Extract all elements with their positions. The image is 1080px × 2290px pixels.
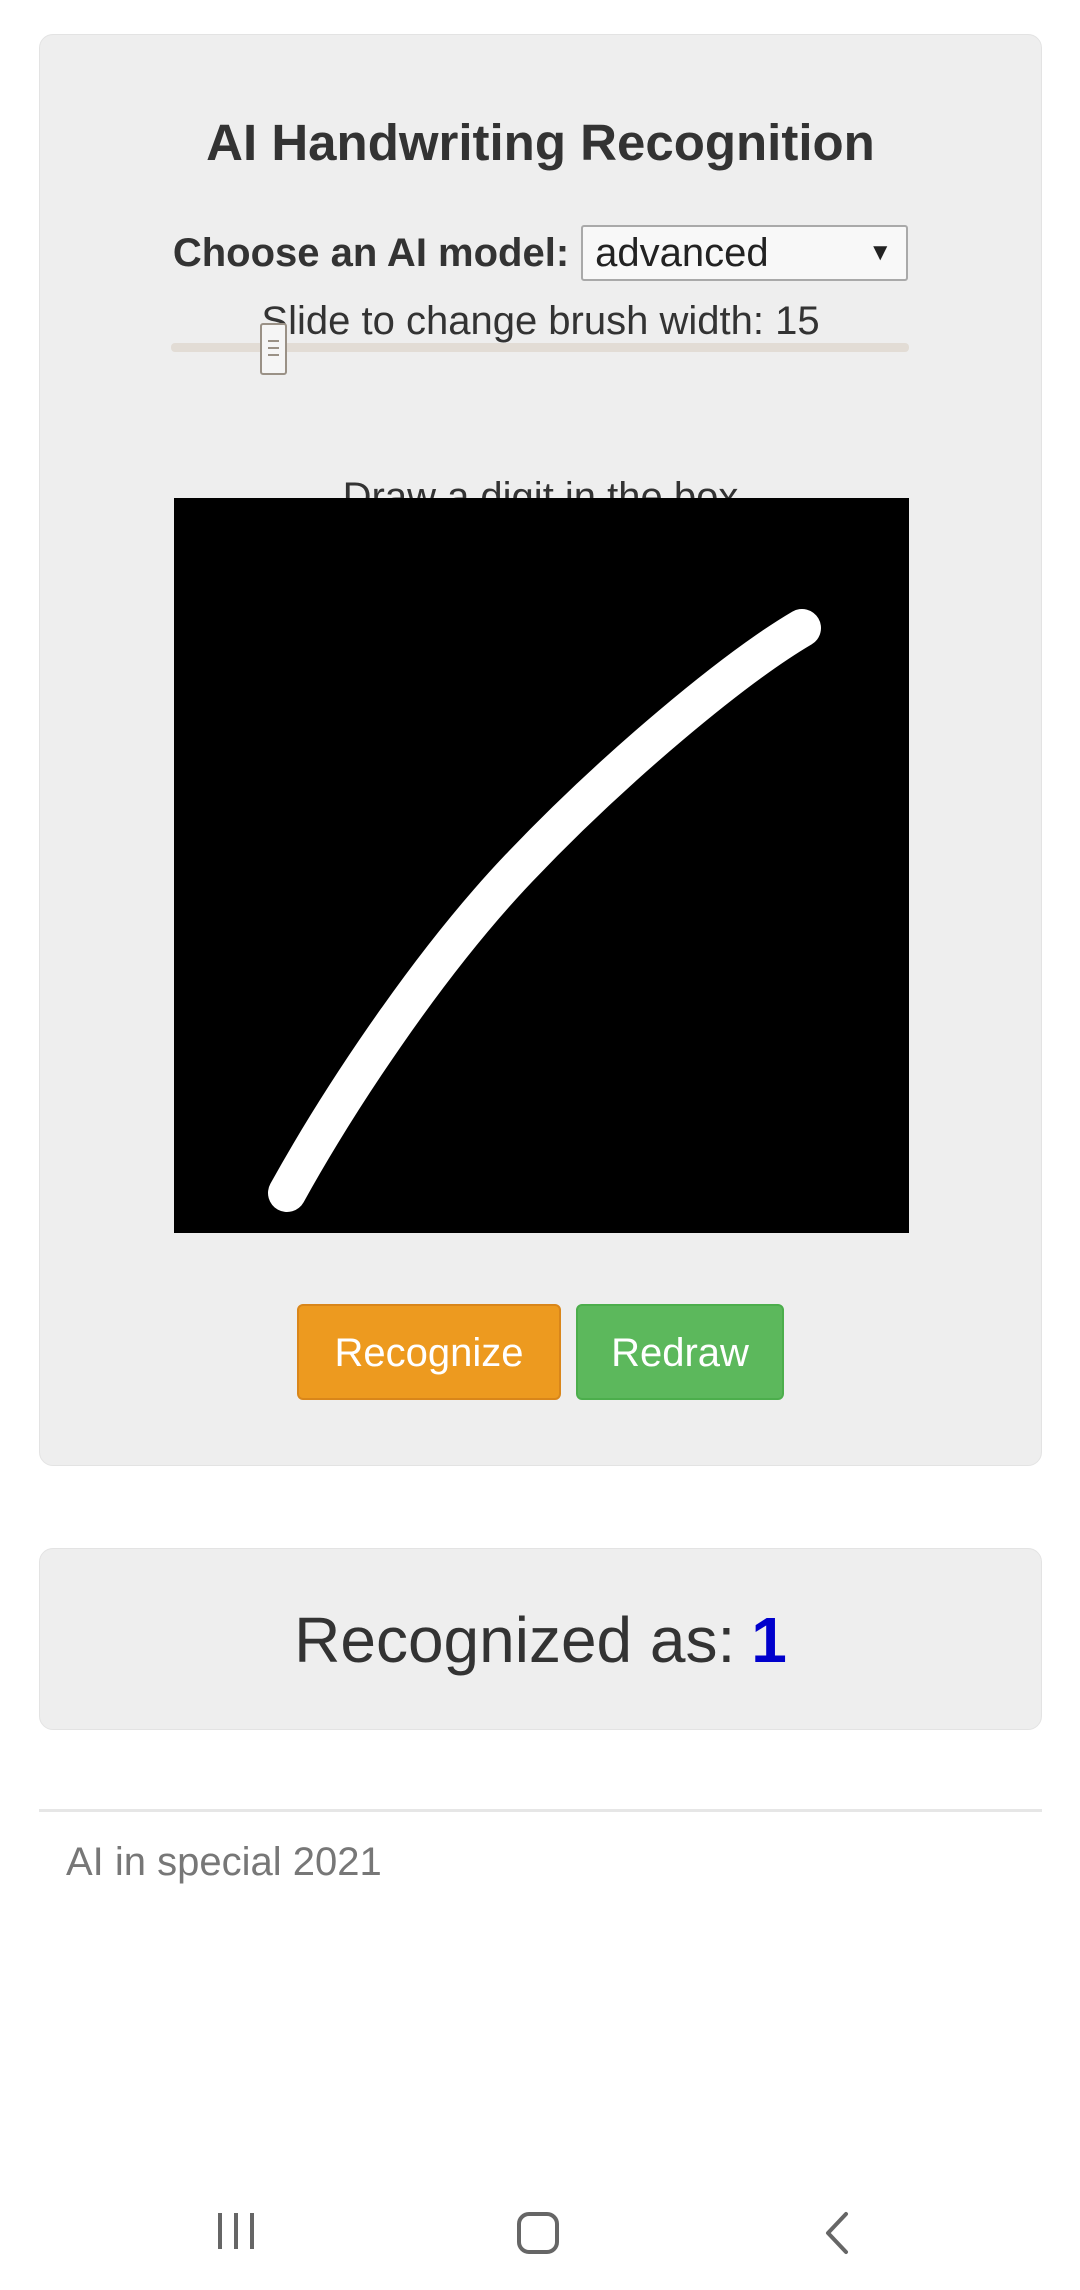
result-line: Recognized as: 1 [40, 1549, 1041, 1731]
drawing-canvas[interactable] [174, 498, 909, 1233]
grip-line [268, 347, 279, 349]
action-buttons: Recognize Redraw [40, 1304, 1041, 1400]
redraw-button[interactable]: Redraw [576, 1304, 784, 1400]
brush-width-label: Slide to change brush width: 15 [261, 299, 820, 343]
brush-width-slider-thumb[interactable] [260, 323, 287, 375]
system-nav-bar [0, 2175, 1080, 2290]
grip-line [268, 340, 279, 342]
result-panel: Recognized as: 1 [39, 1548, 1042, 1730]
recognize-button[interactable]: Recognize [297, 1304, 561, 1400]
back-icon[interactable] [822, 2211, 852, 2260]
model-label: Choose an AI model: [172, 230, 570, 275]
result-value: 1 [751, 1604, 787, 1676]
page-title: AI Handwriting Recognition [206, 114, 875, 171]
grip-line [268, 354, 279, 356]
drawn-stroke [268, 609, 821, 1212]
recent-apps-icon[interactable] [216, 2211, 256, 2256]
footer-divider [39, 1809, 1042, 1812]
drawn-stroke-layer [268, 609, 821, 1212]
model-select-value: advanced [595, 231, 769, 275]
model-selector-row: Choose an AI model: advanced ▼ [40, 225, 1041, 281]
model-select[interactable]: advanced ▼ [581, 225, 909, 281]
result-label: Recognized as: [294, 1604, 736, 1676]
footer-text: AI in special 2021 [66, 1840, 382, 1884]
drawing-panel: AI Handwriting Recognition Choose an AI … [39, 34, 1042, 1466]
home-icon[interactable] [516, 2211, 560, 2260]
dropdown-arrow-icon: ▼ [868, 239, 893, 266]
